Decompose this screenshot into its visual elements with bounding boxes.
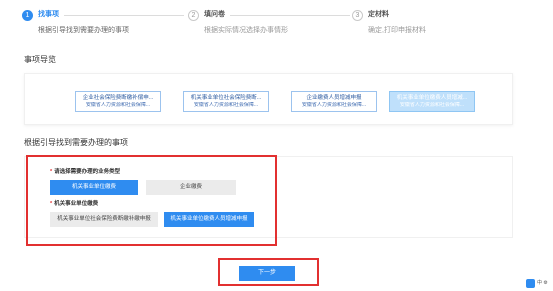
step-connector-2 [230, 15, 350, 16]
step-2-description: 根据实际情况选择办事情形 [204, 27, 288, 34]
business-type-label: * 请选择需要办理的业务类型 [50, 168, 120, 176]
guide-card-1[interactable]: 企业社会保险费断缴补偿申... 安徽省人力资源和社会保障... [75, 91, 161, 112]
step-1-description: 根据引导找到需要办理的事项 [38, 27, 129, 34]
step-connector-1 [64, 15, 184, 16]
guide-card-2-title: 机关事业单位社会保险费断... [190, 95, 262, 101]
option-staff-change[interactable]: 机关事业单位缴费人员增减申报 [164, 212, 254, 227]
guide-card-1-subtitle: 安徽省人力资源和社会保障... [85, 102, 151, 108]
option-enterprise-payment[interactable]: 企业缴费 [146, 180, 236, 195]
step-3-title: 定材料 [368, 11, 389, 18]
guide-card-2[interactable]: 机关事业单位社会保险费断... 安徽省人力资源和社会保障... [183, 91, 269, 112]
option-institution-payment[interactable]: 机关事业单位缴费 [50, 180, 138, 195]
progress-steps: 1 找事项 根据引导找到需要办理的事项 2 填问卷 根据实际情况选择办事情形 3… [22, 9, 532, 39]
guide-panel: 企业社会保险费断缴补偿申... 安徽省人力资源和社会保障... 机关事业单位社会… [24, 73, 513, 125]
guide-card-4-subtitle: 安徽省人力资源和社会保障... [399, 102, 465, 108]
step-2-number: 2 [188, 10, 199, 21]
guide-card-4-title: 机关事业单位缴费人员增减... [396, 95, 468, 101]
guide-card-3[interactable]: 企业缴费人员增减申报 安徽省人力资源和社会保障... [291, 91, 377, 112]
step-2-title: 填问卷 [204, 11, 225, 18]
assistant-icon[interactable] [526, 278, 535, 288]
step-3-description: 确定,打印申报材料 [368, 27, 426, 34]
business-type-label-text: 请选择需要办理的业务类型 [54, 169, 121, 175]
next-button[interactable]: 下一步 [239, 266, 295, 281]
sub-type-label-text: 机关事业单位缴费 [54, 201, 99, 207]
guide-card-2-subtitle: 安徽省人力资源和社会保障... [193, 102, 259, 108]
required-marker: * [50, 169, 53, 175]
guide-card-3-subtitle: 安徽省人力资源和社会保障... [301, 102, 367, 108]
required-marker: * [50, 201, 53, 207]
guide-card-1-title: 企业社会保险费断缴补偿申... [82, 95, 154, 101]
step-3-number: 3 [352, 10, 363, 21]
page: 1 找事项 根据引导找到需要办理的事项 2 填问卷 根据实际情况选择办事情形 3… [0, 0, 553, 291]
guide-card-3-title: 企业缴费人员增减申报 [306, 95, 362, 101]
finder-heading: 根据引导找到需要办理的事项 [24, 138, 128, 147]
guide-heading: 事项导览 [24, 55, 56, 64]
floating-toolbar-text: 中 ⚙ [537, 279, 548, 286]
step-1-number: 1 [22, 10, 33, 21]
guide-card-4[interactable]: 机关事业单位缴费人员增减... 安徽省人力资源和社会保障... [389, 91, 475, 112]
option-insurance-supplement[interactable]: 机关事业单位社会保险费断缴补缴申报 [50, 212, 158, 227]
step-1-title: 找事项 [38, 11, 59, 18]
sub-type-label: * 机关事业单位缴费 [50, 200, 98, 208]
floating-toolbar[interactable]: 中 ⚙ [526, 278, 548, 288]
